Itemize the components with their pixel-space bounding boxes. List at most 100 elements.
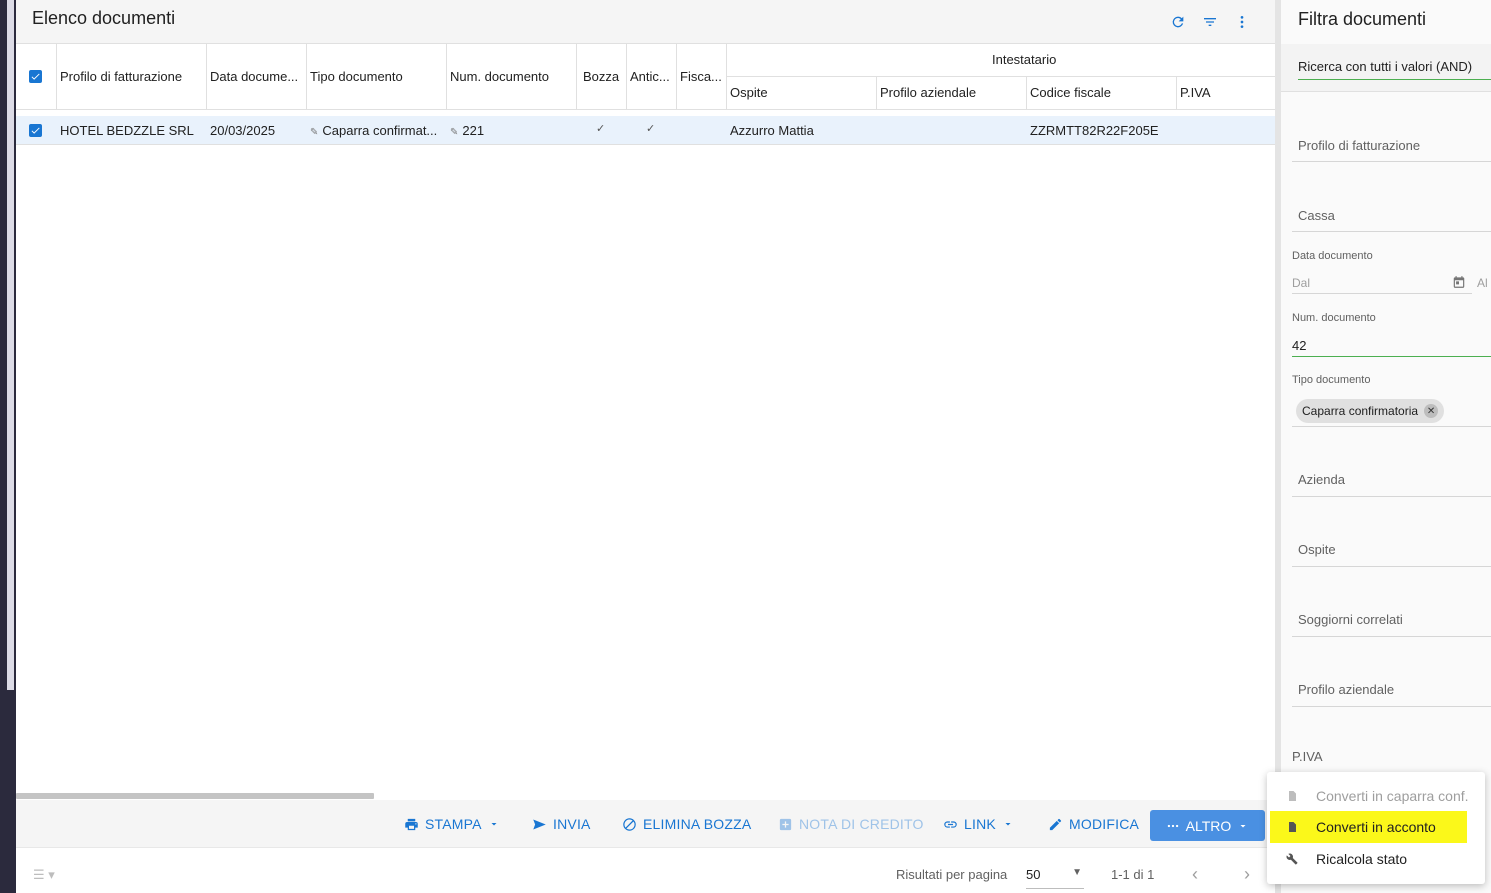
- field-underline: [1292, 636, 1491, 637]
- header-bottom-border: [16, 109, 1275, 110]
- more-horiz-icon: [1167, 824, 1178, 827]
- list-view-icon[interactable]: ☰ ▾: [33, 867, 55, 883]
- chip-label: Caparra confirmatoria: [1302, 404, 1419, 418]
- menu-item-label: Converti in caparra conf.: [1316, 788, 1469, 804]
- list-header: Elenco documenti: [16, 0, 1275, 44]
- altro-label: ALTRO: [1185, 817, 1232, 834]
- cell-data: 20/03/2025: [210, 123, 276, 138]
- search-mode-underline: [1298, 79, 1491, 80]
- filter-panel: Filtra documenti Ricerca con tutti i val…: [1281, 0, 1491, 893]
- cell-tipo-text: Caparra confirmat...: [322, 123, 438, 138]
- field-underline: [1292, 496, 1491, 497]
- next-page-icon[interactable]: ›: [1244, 864, 1250, 885]
- filter-piva[interactable]: P.IVA: [1292, 749, 1323, 764]
- menu-item-label: Converti in acconto: [1316, 819, 1436, 835]
- print-icon: [405, 818, 418, 830]
- cell-antic-check: ✓: [646, 123, 656, 135]
- nota-di-credito-label: NOTA DI CREDITO: [799, 816, 924, 832]
- search-mode-value: Ricerca con tutti i valori (AND): [1298, 59, 1473, 74]
- col-divider: [726, 44, 727, 110]
- filter-ospite[interactable]: Ospite: [1298, 542, 1336, 557]
- filter-data-al[interactable]: Al: [1477, 276, 1488, 290]
- filter-profilo-aziendale[interactable]: Profilo aziendale: [1298, 682, 1394, 697]
- filter-num-documento-input[interactable]: 42: [1292, 338, 1306, 353]
- link-icon: [944, 820, 957, 828]
- filter-panel-title: Filtra documenti: [1298, 9, 1427, 29]
- sidebar-scrollbar[interactable]: [7, 0, 14, 690]
- field-underline-active: [1292, 356, 1491, 357]
- col-header-piva[interactable]: P.IVA: [1180, 85, 1270, 100]
- menu-item-ricalcola-stato[interactable]: Ricalcola stato: [1267, 843, 1485, 875]
- filter-azienda[interactable]: Azienda: [1298, 472, 1345, 487]
- prev-page-icon[interactable]: ‹: [1192, 864, 1198, 885]
- stampa-label: STAMPA: [425, 816, 482, 832]
- col-header-profilo-aziendale[interactable]: Profilo aziendale: [880, 85, 1020, 100]
- elimina-bozza-button[interactable]: ELIMINA BOZZA: [622, 814, 751, 834]
- altro-button[interactable]: ALTRO: [1150, 810, 1265, 841]
- per-page-value: 50: [1026, 867, 1041, 882]
- filter-soggiorni-correlati[interactable]: Soggiorni correlati: [1298, 612, 1403, 627]
- menu-item-converti-caparra[interactable]: Converti in caparra conf.: [1267, 780, 1485, 812]
- col-divider: [446, 44, 447, 110]
- row-checkbox[interactable]: [29, 124, 42, 137]
- app-sidebar-edge: [0, 0, 16, 893]
- cell-ospite: Azzurro Mattia: [730, 123, 814, 138]
- cell-tipo: ✎ Caparra confirmat...: [310, 123, 442, 138]
- filter-icon[interactable]: [1198, 10, 1222, 34]
- col-header-fisca[interactable]: Fisca...: [680, 69, 724, 84]
- invia-button[interactable]: INVIA: [532, 814, 591, 834]
- horizontal-scrollbar[interactable]: [16, 793, 374, 799]
- field-underline: [1292, 706, 1491, 707]
- refresh-icon[interactable]: [1166, 10, 1190, 34]
- col-divider: [1176, 77, 1177, 110]
- caret-down-icon: [1005, 823, 1011, 826]
- col-header-profilo[interactable]: Profilo di fatturazione: [60, 69, 200, 84]
- calendar-icon[interactable]: [1452, 275, 1466, 289]
- field-underline: [1292, 293, 1472, 294]
- tipo-documento-chip[interactable]: Caparra confirmatoria ✕: [1296, 399, 1445, 423]
- cell-num-text: 221: [462, 123, 485, 138]
- caret-down-icon: [491, 823, 497, 826]
- col-header-codice-fiscale[interactable]: Codice fiscale: [1030, 85, 1170, 100]
- col-header-num[interactable]: Num. documento: [450, 69, 570, 84]
- edit-icon: [1049, 818, 1062, 830]
- cell-bozza-check: ✓: [596, 123, 606, 135]
- col-header-data[interactable]: Data docume...: [210, 69, 302, 84]
- filter-cassa[interactable]: Cassa: [1298, 208, 1335, 223]
- col-divider: [1026, 77, 1027, 110]
- filter-num-documento-label: Num. documento: [1292, 312, 1376, 324]
- col-header-bozza[interactable]: Bozza: [583, 69, 623, 84]
- more-vert-icon[interactable]: [1230, 10, 1254, 34]
- table-row[interactable]: HOTEL BEDZZLE SRL 20/03/2025 ✎ Caparra co…: [16, 116, 1275, 145]
- filter-profilo-fatturazione[interactable]: Profilo di fatturazione: [1298, 138, 1420, 153]
- results-per-page-label: Risultati per pagina: [896, 867, 1008, 882]
- cell-num: ✎ 221: [450, 123, 570, 138]
- add-note-icon: [779, 818, 792, 830]
- nota-di-credito-button[interactable]: NOTA DI CREDITO: [778, 814, 924, 834]
- select-all-checkbox[interactable]: [29, 70, 42, 83]
- link-label: LINK: [964, 816, 996, 832]
- menu-item-converti-acconto[interactable]: Converti in acconto: [1270, 811, 1467, 843]
- filter-tipo-documento-label: Tipo documento: [1292, 374, 1371, 386]
- link-button[interactable]: LINK: [943, 814, 1014, 834]
- menu-item-label: Ricalcola stato: [1316, 851, 1408, 867]
- col-header-tipo[interactable]: Tipo documento: [310, 69, 440, 84]
- search-mode-select[interactable]: Ricerca con tutti i valori (AND): [1281, 44, 1491, 92]
- pagination-footer: ☰ ▾ Risultati per pagina 50 ▼ 1-1 di 1 ‹…: [16, 849, 1275, 893]
- stampa-button[interactable]: STAMPA: [404, 814, 500, 834]
- modifica-button[interactable]: MODIFICA: [1048, 814, 1139, 834]
- col-divider: [676, 44, 677, 110]
- field-underline: [1292, 426, 1491, 427]
- per-page-select[interactable]: 50 ▼: [1026, 861, 1084, 889]
- filter-data-documento-label: Data documento: [1292, 250, 1373, 262]
- document-icon: [1285, 820, 1299, 834]
- page-title: Elenco documenti: [32, 8, 176, 28]
- col-divider: [306, 44, 307, 110]
- col-header-ospite[interactable]: Ospite: [730, 85, 870, 100]
- chip-remove-icon[interactable]: ✕: [1424, 404, 1439, 418]
- col-header-antic[interactable]: Antic...: [630, 69, 674, 84]
- caret-down-icon: ▼: [1072, 867, 1082, 878]
- col-divider: [56, 44, 57, 110]
- filter-data-dal[interactable]: Dal: [1292, 276, 1310, 290]
- document-list-panel: Elenco documenti Profilo di fatturazione…: [16, 0, 1275, 893]
